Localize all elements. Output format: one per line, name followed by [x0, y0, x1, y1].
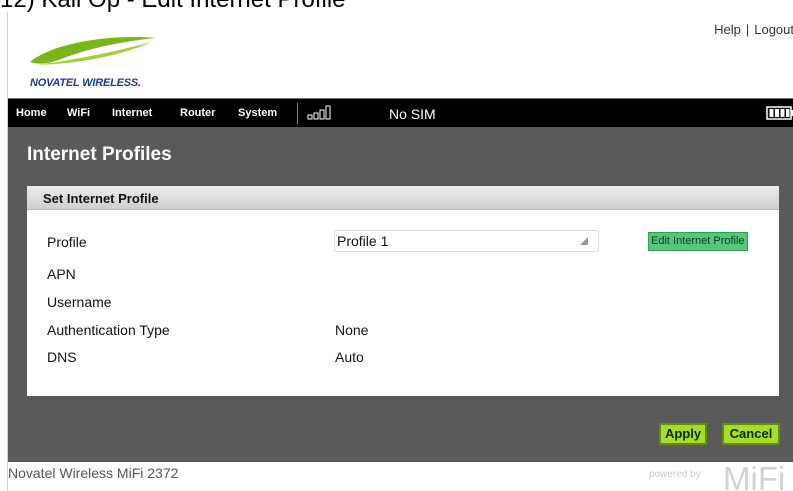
novatel-logo[interactable]: NOVATEL WIRELESS.: [24, 24, 164, 89]
sim-status: No SIM: [389, 106, 436, 122]
mifi-brand-text: MiFi: [723, 462, 785, 491]
help-link[interactable]: Help: [714, 22, 741, 37]
header: NOVATEL WIRELESS. Help | Logout: [8, 12, 793, 94]
footer: Novatel Wireless MiFi 2372 powered by Mi…: [8, 462, 793, 491]
panel-title: Set Internet Profile: [43, 191, 159, 206]
content-area: Internet Profiles Set Internet Profile P…: [8, 127, 793, 462]
logo-text: NOVATEL WIRELESS.: [30, 77, 141, 89]
link-separator: |: [745, 22, 750, 37]
authentication-type-value: None: [335, 322, 369, 338]
top-links: Help | Logout: [714, 22, 793, 37]
edit-internet-profile-button[interactable]: Edit Internet Profile: [648, 232, 748, 251]
nav-system[interactable]: System: [238, 107, 277, 119]
logout-link[interactable]: Logout: [754, 22, 793, 37]
nav-wifi[interactable]: WiFi: [67, 107, 90, 119]
username-label: Username: [47, 294, 112, 310]
profile-label: Profile: [47, 234, 87, 250]
profile-select-value: Profile 1: [337, 233, 389, 249]
nav-internet[interactable]: Internet: [112, 107, 152, 119]
nav-home[interactable]: Home: [16, 107, 47, 119]
nav-divider: [297, 103, 298, 124]
dns-label: DNS: [47, 349, 77, 365]
battery-icon: [766, 106, 793, 120]
logo-swoosh-icon: [30, 37, 156, 65]
signal-strength-icon: [307, 105, 331, 120]
powered-by-mifi-logo: powered by MiFi: [649, 462, 785, 491]
powered-by-text: powered by: [649, 469, 701, 480]
apply-button[interactable]: Apply: [659, 423, 707, 445]
dns-value: Auto: [335, 349, 364, 365]
device-name: Novatel Wireless MiFi 2372: [8, 465, 179, 481]
authentication-type-label: Authentication Type: [47, 322, 170, 338]
browser-page: NOVATEL WIRELESS. Help | Logout Home WiFi …: [7, 12, 793, 491]
set-internet-profile-panel: Set Internet Profile Profile Profile 1 E…: [27, 186, 779, 396]
panel-header: Set Internet Profile: [27, 186, 779, 210]
profile-select[interactable]: Profile 1: [334, 230, 599, 252]
nav-router[interactable]: Router: [180, 107, 215, 119]
nav-bar: Home WiFi Internet Router System No SIM: [8, 98, 793, 127]
dropdown-arrow-icon: [580, 237, 588, 245]
cancel-button[interactable]: Cancel: [722, 423, 780, 445]
apn-label: APN: [47, 266, 76, 282]
page-title: Internet Profiles: [27, 144, 172, 165]
